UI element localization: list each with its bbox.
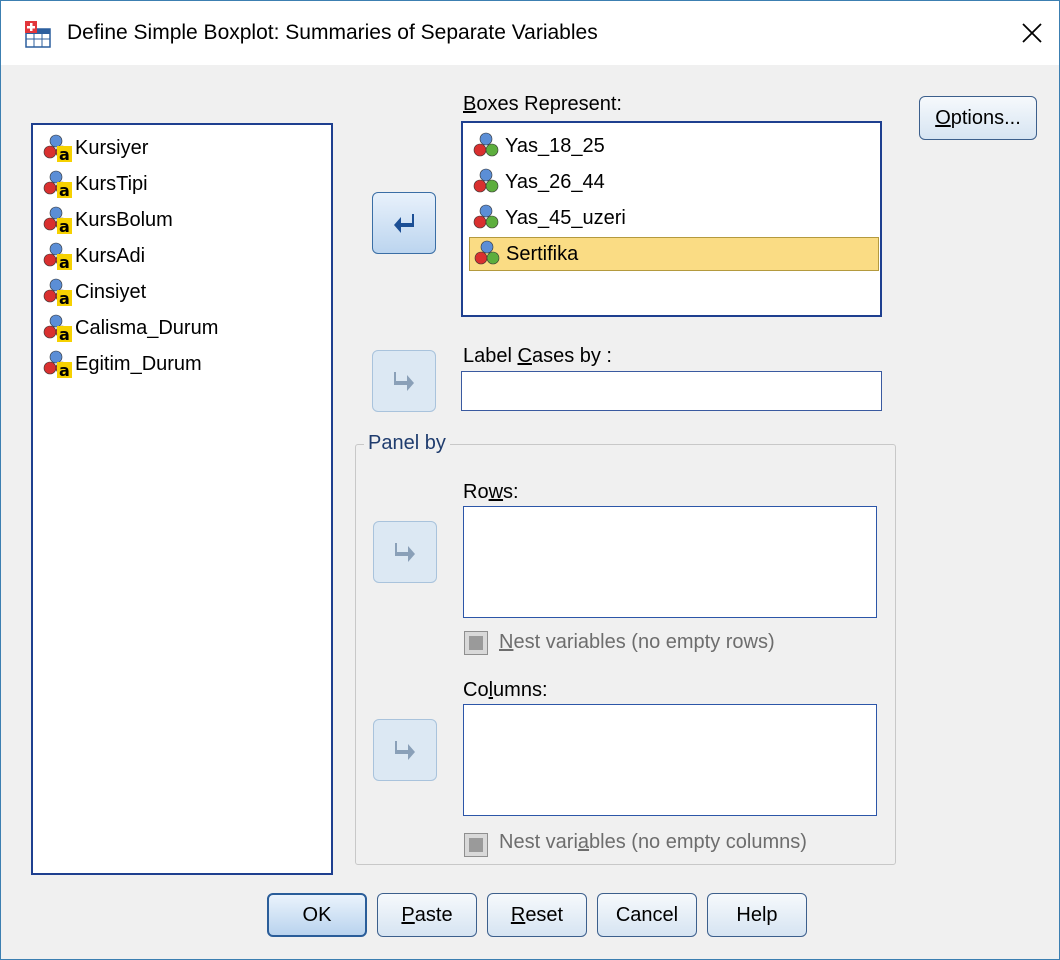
source-variable-item[interactable]: a KursBolum <box>41 203 173 237</box>
boxes-represent-label: Boxes Represent: <box>463 93 622 115</box>
cancel-button[interactable]: Cancel <box>597 893 697 937</box>
svg-text:a: a <box>59 289 70 307</box>
title-bar: Define Simple Boxplot: Summaries of Sepa… <box>1 1 1059 65</box>
move-to-rows-button[interactable] <box>373 521 437 583</box>
ok-button[interactable]: OK <box>267 893 367 937</box>
svg-text:a: a <box>59 361 70 379</box>
nominal-string-variable-icon: a <box>43 134 72 163</box>
variable-label: KursBolum <box>75 208 173 231</box>
source-variable-item[interactable]: a KursAdi <box>41 239 145 273</box>
window-title: Define Simple Boxplot: Summaries of Sepa… <box>67 21 598 44</box>
variable-label: Cinsiyet <box>75 280 147 303</box>
boxes-represent-list[interactable]: Yas_18_25 Yas_26_44 Yas_45_uzeri Sertifika <box>461 121 882 317</box>
variable-label: Yas_18_25 <box>505 134 605 157</box>
label-cases-field[interactable] <box>461 371 882 411</box>
move-to-columns-button[interactable] <box>373 719 437 781</box>
nest-rows-checkbox[interactable] <box>464 631 488 655</box>
variable-label: Egitim_Durum <box>75 352 202 375</box>
arrow-right-icon <box>395 741 415 760</box>
label-cases-label: Label Cases by : <box>463 345 612 367</box>
nominal-variable-icon <box>474 240 500 265</box>
source-variable-item[interactable]: a Kursiyer <box>41 131 148 165</box>
svg-text:a: a <box>59 145 70 163</box>
source-variable-list[interactable]: a Kursiyer a KursTipi a KursBolum a KursAdi a Cin… <box>31 123 333 875</box>
variable-label: Yas_45_uzeri <box>505 206 626 229</box>
nominal-string-variable-icon: a <box>43 170 72 199</box>
variable-label: Kursiyer <box>75 136 149 159</box>
source-variable-item[interactable]: a Calisma_Durum <box>41 311 218 345</box>
variable-label: KursAdi <box>75 244 146 267</box>
source-variable-item[interactable]: a Egitim_Durum <box>41 347 202 381</box>
nominal-string-variable-icon: a <box>43 350 72 379</box>
boxes-variable-item[interactable]: Yas_26_44 <box>471 165 605 199</box>
arrow-left-icon <box>394 214 414 233</box>
nominal-string-variable-icon: a <box>43 314 72 343</box>
rows-label: Rows: <box>463 481 519 503</box>
svg-text:a: a <box>59 253 70 271</box>
rows-field[interactable] <box>463 506 877 618</box>
variable-label: KursTipi <box>75 172 148 195</box>
panel-by-legend: Panel by <box>364 432 450 455</box>
nominal-variable-icon <box>473 204 499 229</box>
options-button[interactable]: Options... <box>919 96 1037 140</box>
reset-button[interactable]: Reset <box>487 893 587 937</box>
source-variable-item[interactable]: a KursTipi <box>41 167 148 201</box>
svg-text:a: a <box>59 181 70 199</box>
move-to-boxes-button[interactable] <box>372 192 436 254</box>
svg-text:a: a <box>59 217 70 235</box>
chart-builder-icon <box>25 21 51 48</box>
arrow-right-icon <box>394 372 414 391</box>
paste-button[interactable]: Paste <box>377 893 477 937</box>
arrow-right-icon <box>395 543 415 562</box>
nest-columns-label: Nest variables (no empty columns) <box>499 831 807 853</box>
columns-label: Columns: <box>463 679 548 701</box>
nominal-string-variable-icon: a <box>43 242 72 271</box>
columns-field[interactable] <box>463 704 877 816</box>
variable-label: Yas_26_44 <box>505 170 605 193</box>
svg-text:a: a <box>59 325 70 343</box>
boxes-variable-item-selected[interactable]: Sertifika <box>469 237 879 271</box>
dialog-window: Define Simple Boxplot: Summaries of Sepa… <box>0 0 1060 960</box>
variable-label: Sertifika <box>506 242 579 265</box>
close-icon <box>1022 23 1042 43</box>
nest-rows-label: Nest variables (no empty rows) <box>499 631 775 653</box>
nominal-string-variable-icon: a <box>43 278 72 307</box>
source-variable-item[interactable]: a Cinsiyet <box>41 275 146 309</box>
help-button[interactable]: Help <box>707 893 807 937</box>
move-to-label-cases-button[interactable] <box>372 350 436 412</box>
variable-label: Calisma_Durum <box>75 316 219 339</box>
nominal-string-variable-icon: a <box>43 206 72 235</box>
nominal-variable-icon <box>473 132 499 157</box>
nominal-variable-icon <box>473 168 499 193</box>
boxes-variable-item[interactable]: Yas_18_25 <box>471 129 605 163</box>
close-button[interactable] <box>1011 11 1053 55</box>
boxes-variable-item[interactable]: Yas_45_uzeri <box>471 201 626 235</box>
nest-columns-checkbox[interactable] <box>464 833 488 857</box>
